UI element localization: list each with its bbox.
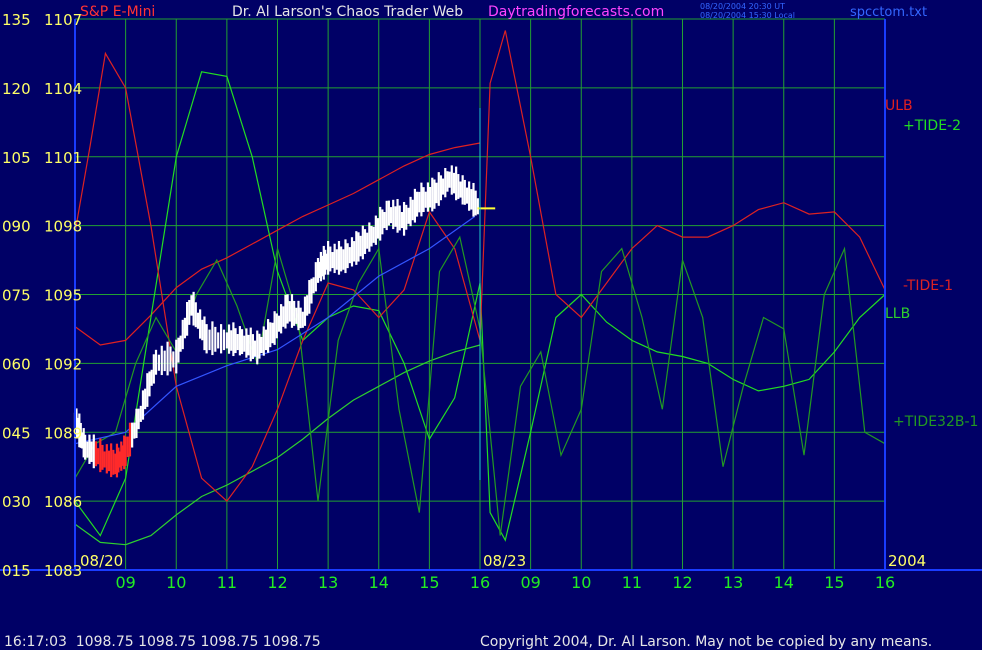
price-tick: 1092 <box>44 355 82 373</box>
last-quote: 16:17:03 1098.75 1098.75 1098.75 1098.75 <box>4 634 321 650</box>
x-tick-label: 16 <box>875 573 895 592</box>
chart-canvas: S&P E-Mini Dr. Al Larson's Chaos Trader … <box>0 0 982 650</box>
left-scale-tick: 030 <box>2 493 31 511</box>
price-tick: 1104 <box>44 80 82 98</box>
x-tick-label: 12 <box>267 573 287 592</box>
site-name: Daytradingforecasts.com <box>488 4 664 20</box>
data-file-name: spcctom.txt <box>850 5 927 20</box>
date-label: 08/23 <box>483 552 526 570</box>
x-tick-label: 13 <box>723 573 743 592</box>
price-tick: 1107 <box>44 11 82 29</box>
date-label: 2004 <box>888 552 926 570</box>
x-tick-label: 12 <box>672 573 692 592</box>
series-label: +TIDE-2 <box>903 118 961 134</box>
price-tick: 1095 <box>44 287 82 305</box>
x-tick-label: 11 <box>217 573 237 592</box>
x-tick-label: 13 <box>318 573 338 592</box>
left-scale-tick: 090 <box>2 218 31 236</box>
ut-timestamp: 08/20/2004 20:30 UT <box>700 2 785 11</box>
left-scale-tick: 060 <box>2 355 31 373</box>
price-tick: 1086 <box>44 493 82 511</box>
x-tick-label: 09 <box>115 573 135 592</box>
x-tick-label: 11 <box>622 573 642 592</box>
left-scale-tick: 045 <box>2 424 31 442</box>
price-tick: 1083 <box>44 562 82 580</box>
left-scale-tick: 120 <box>2 80 31 98</box>
x-tick-label: 09 <box>520 573 540 592</box>
local-timestamp: 08/20/2004 15:30 Local <box>700 11 795 20</box>
x-tick-label: 15 <box>824 573 844 592</box>
x-tick-label: 15 <box>419 573 439 592</box>
x-tick-label: 14 <box>369 573 389 592</box>
x-tick-label: 10 <box>166 573 186 592</box>
price-tick: 1101 <box>44 149 82 167</box>
left-scale-tick: 135 <box>2 11 31 29</box>
series-label: LLB <box>885 306 910 322</box>
left-scale-tick: 075 <box>2 287 31 305</box>
price-tick: 1089 <box>44 424 82 442</box>
series-label: ULB <box>885 98 913 114</box>
price-tick: 1098 <box>44 218 82 236</box>
x-tick-label: 16 <box>470 573 490 592</box>
copyright-notice: Copyright 2004, Dr. Al Larson. May not b… <box>480 634 932 650</box>
left-scale-tick: 015 <box>2 562 31 580</box>
chart-title: Dr. Al Larson's Chaos Trader Web <box>232 4 463 20</box>
series-label: +TIDE32B-1 <box>893 414 978 430</box>
x-tick-label: 14 <box>774 573 794 592</box>
series-label: -TIDE-1 <box>903 278 953 294</box>
x-tick-label: 10 <box>571 573 591 592</box>
left-scale-tick: 105 <box>2 149 31 167</box>
symbol-label: S&P E-Mini <box>80 4 155 20</box>
date-label: 08/20 <box>80 552 123 570</box>
